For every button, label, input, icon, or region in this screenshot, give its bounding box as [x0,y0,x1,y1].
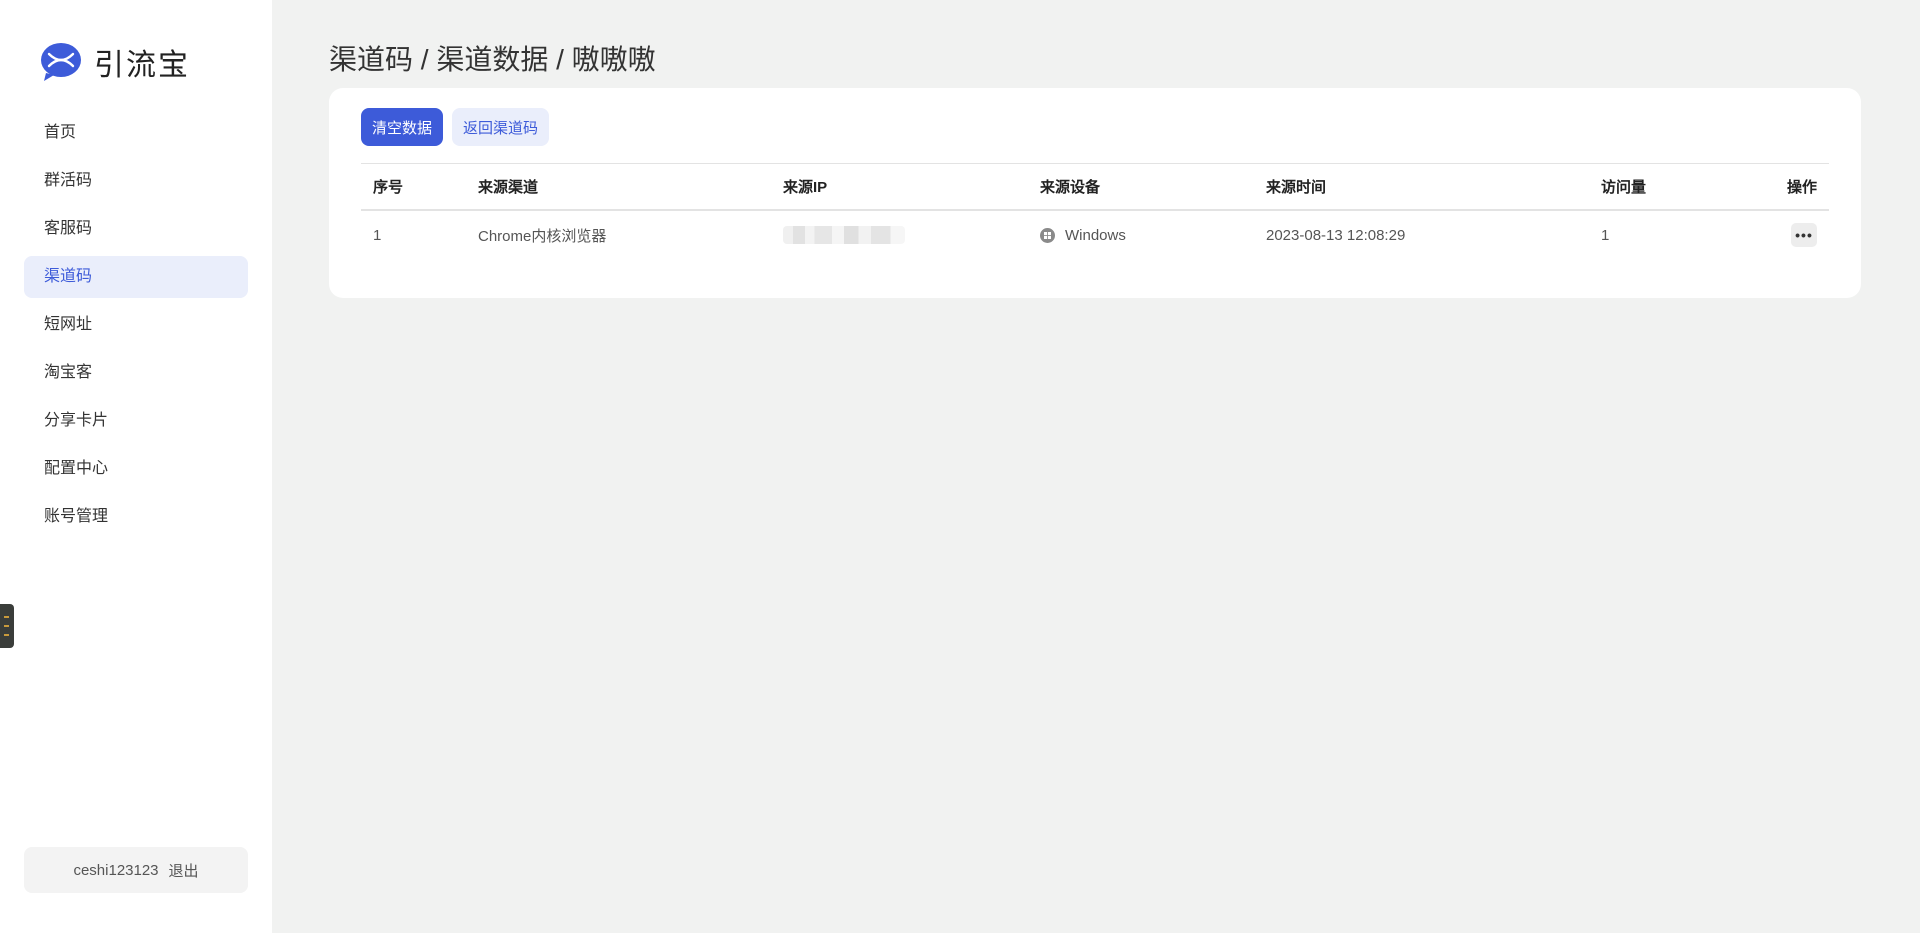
table-header: 序号 来源渠道 来源IP 来源设备 来源时间 访问量 操作 [361,163,1829,211]
sidebar-item-short-url[interactable]: 短网址 [24,304,248,346]
data-table: 序号 来源渠道 来源IP 来源设备 来源时间 访问量 操作 1 Chrome内核… [361,163,1829,259]
device-name: Windows [1065,226,1126,244]
sidebar-item-service-code[interactable]: 客服码 [24,208,248,250]
back-to-channel-button[interactable]: 返回渠道码 [452,108,550,146]
sidebar-item-group-code[interactable]: 群活码 [24,160,248,202]
sidebar-item-account[interactable]: 账号管理 [24,496,248,538]
user-box: ceshi123123 退出 [24,847,248,893]
sidebar: 引流宝 首页 群活码 客服码 渠道码 短网址 淘宝客 分享卡片 配置中心 账号管… [0,0,272,933]
logo-icon [41,43,81,81]
windows-icon [1040,227,1055,243]
clear-data-button[interactable]: 清空数据 [361,108,444,146]
toolbar: 清空数据 返回渠道码 [361,108,558,146]
column-header-actions: 操作 [1786,179,1817,196]
column-header-time: 来源时间 [1266,179,1327,196]
sidebar-item-share-card[interactable]: 分享卡片 [24,400,248,442]
handle-mark [4,616,9,618]
app-name: 引流宝 [94,49,190,82]
handle-mark [4,625,9,627]
sidebar-item-config-center[interactable]: 配置中心 [24,448,248,490]
page-title: 渠道码 / 渠道数据 / 嗷嗷嗷 [329,44,656,75]
logout-link[interactable]: 退出 [169,860,199,881]
cell-actions: ••• [1791,211,1817,259]
blurred-ip [783,226,905,244]
cell-ip [783,211,905,259]
side-drawer-handle[interactable] [0,604,14,648]
cell-channel: Chrome内核浏览器 [478,227,607,245]
column-header-visits: 访问量 [1601,179,1647,196]
more-icon[interactable]: ••• [1791,223,1817,247]
content-card: 清空数据 返回渠道码 序号 来源渠道 来源IP 来源设备 来源时间 访问量 操作… [329,88,1861,298]
column-header-ip: 来源IP [783,179,828,196]
user-name: ceshi123123 [73,861,159,879]
column-header-index: 序号 [373,179,404,196]
sidebar-item-home[interactable]: 首页 [24,112,248,154]
sidebar-nav: 首页 群活码 客服码 渠道码 短网址 淘宝客 分享卡片 配置中心 账号管理 [24,112,248,544]
column-header-channel: 来源渠道 [478,179,539,196]
column-header-device: 来源设备 [1040,179,1101,196]
cell-time: 2023-08-13 12:08:29 [1266,226,1406,244]
sidebar-item-taobaoke[interactable]: 淘宝客 [24,352,248,394]
cell-device: Windows [1040,211,1126,259]
table-row: 1 Chrome内核浏览器 Windows 2023-08-13 12:08:2… [361,211,1829,259]
logo: 引流宝 [40,40,190,84]
cell-index: 1 [373,226,382,244]
handle-mark [4,634,9,636]
cell-visits: 1 [1601,226,1610,244]
sidebar-item-channel-code[interactable]: 渠道码 [24,256,248,298]
